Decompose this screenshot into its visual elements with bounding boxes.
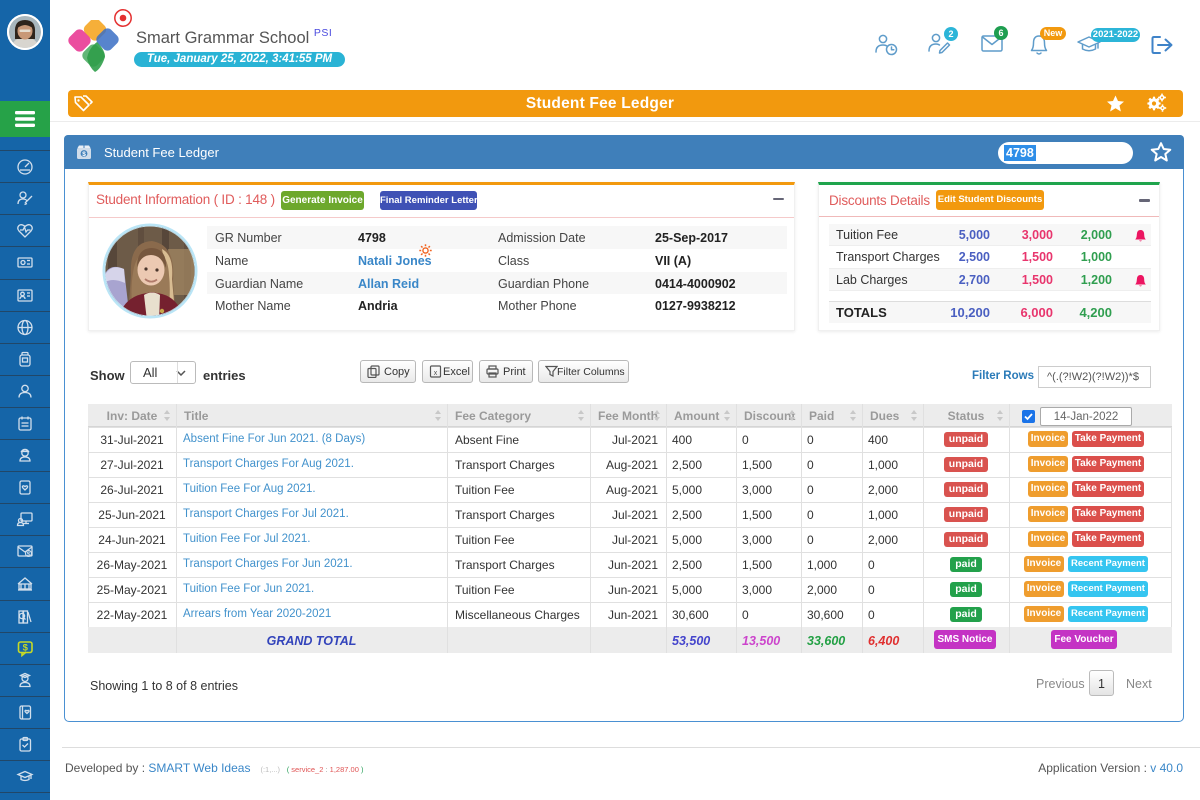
svg-text:$: $ <box>27 551 31 558</box>
svg-text:$: $ <box>82 151 86 158</box>
svg-text:$: $ <box>23 642 29 653</box>
svg-text:x: x <box>434 370 438 377</box>
